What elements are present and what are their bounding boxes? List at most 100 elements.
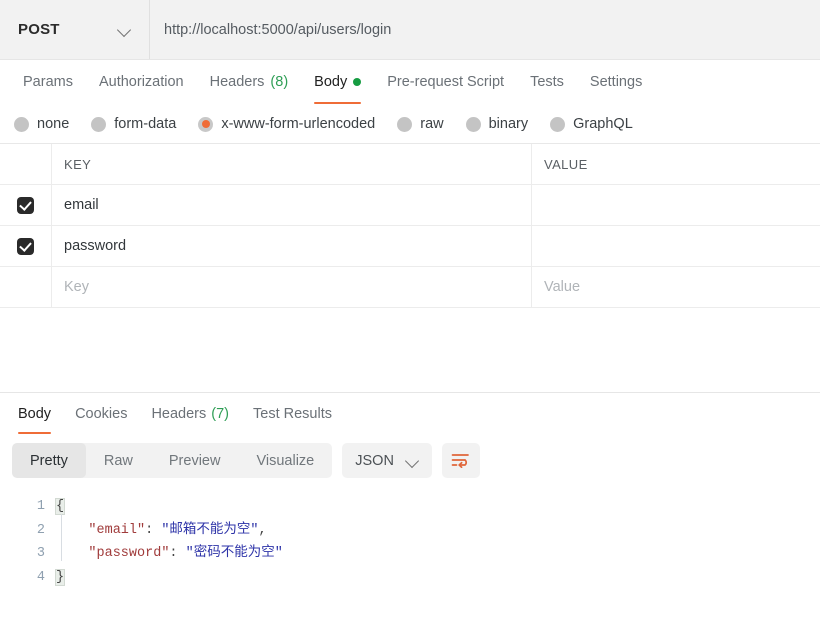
body-type-raw[interactable]: raw	[397, 116, 444, 132]
body-type-label: none	[37, 116, 70, 132]
header-key-cell: KEY	[52, 144, 532, 184]
row-key-cell[interactable]: email	[52, 185, 532, 225]
row-checkbox-cell[interactable]	[0, 226, 52, 266]
tab-headers[interactable]: Headers (8)	[197, 60, 302, 104]
code-line-3: "password": "密码不能为空"	[56, 542, 820, 566]
body-type-form-data[interactable]: form-data	[91, 116, 176, 132]
json-key: "password"	[88, 546, 170, 561]
response-view-mode-group: Pretty Raw Preview Visualize	[12, 443, 333, 478]
code-lines: { "email": "邮箱不能为空", "password": "密码不能为空…	[54, 495, 820, 590]
radio-selected-icon	[198, 116, 214, 132]
row-checkbox-cell[interactable]	[0, 185, 52, 225]
request-body-empty-space	[0, 308, 820, 392]
code-line-4: }	[54, 566, 820, 590]
line-number: 1	[36, 499, 45, 514]
code-line-2: "email": "邮箱不能为空",	[56, 519, 820, 543]
url-bar: POST http://localhost:5000/api/users/log…	[0, 0, 820, 60]
table-row: password	[0, 226, 820, 267]
json-colon: :	[145, 522, 162, 538]
response-tab-body[interactable]: Body	[6, 393, 63, 434]
chevron-down-icon	[118, 23, 131, 36]
radio-icon	[91, 116, 107, 132]
body-type-binary[interactable]: binary	[465, 116, 528, 132]
body-type-x-www-form-urlencoded[interactable]: x-www-form-urlencoded	[198, 116, 375, 132]
tab-settings[interactable]: Settings	[577, 60, 655, 104]
empty-row-checkbox-cell[interactable]	[0, 267, 52, 307]
row-key-text: email	[64, 197, 99, 213]
close-brace: }	[54, 568, 66, 586]
column-header-key: KEY	[64, 156, 92, 172]
radio-icon	[397, 116, 413, 132]
row-key-cell[interactable]: password	[52, 226, 532, 266]
tab-count-badge: (7)	[211, 405, 229, 422]
code-fold-guide	[61, 514, 62, 561]
line-number-gutter: 1 2 3 4	[0, 495, 56, 589]
line-number: 4	[36, 569, 45, 585]
body-type-radio-group: none form-data x-www-form-urlencoded raw…	[0, 104, 820, 143]
url-input[interactable]: http://localhost:5000/api/users/login	[150, 0, 820, 59]
word-wrap-icon	[452, 454, 470, 468]
chevron-down-icon	[406, 454, 419, 467]
checkbox-checked-icon[interactable]	[17, 237, 34, 255]
view-mode-label: Visualize	[256, 452, 315, 469]
row-value-cell[interactable]	[532, 226, 820, 266]
http-method-label: POST	[18, 21, 60, 38]
radio-icon	[550, 116, 566, 132]
empty-row-value-cell[interactable]: Value	[532, 267, 820, 307]
tab-label: Headers	[151, 405, 207, 422]
view-mode-pretty[interactable]: Pretty	[12, 443, 86, 478]
tab-label: Params	[23, 74, 73, 90]
word-wrap-button[interactable]	[441, 443, 480, 478]
checkbox-checked-icon[interactable]	[17, 196, 34, 214]
tab-label: Body	[18, 405, 52, 422]
body-type-label: GraphQL	[573, 116, 633, 132]
line-number: 2	[36, 522, 45, 538]
view-mode-label: Pretty	[30, 452, 68, 469]
tab-label: Tests	[530, 74, 564, 90]
tab-params[interactable]: Params	[10, 60, 86, 104]
row-value-cell[interactable]	[532, 185, 820, 225]
tab-label: Test Results	[253, 405, 332, 422]
json-comma: ,	[258, 522, 267, 538]
view-mode-label: Preview	[168, 452, 221, 469]
tab-tests[interactable]: Tests	[517, 60, 577, 104]
tab-body[interactable]: Body	[301, 60, 374, 104]
view-mode-raw[interactable]: Raw	[86, 443, 151, 478]
json-key: "email"	[88, 522, 146, 538]
body-type-label: form-data	[114, 116, 177, 132]
body-active-dot-icon	[353, 78, 362, 86]
body-params-table: KEY VALUE email password Key Value	[0, 143, 820, 308]
empty-row-key-cell[interactable]: Key	[52, 267, 532, 307]
body-type-none[interactable]: none	[14, 116, 69, 132]
request-tabs: Params Authorization Headers (8) Body Pr…	[0, 60, 820, 104]
response-body-code-viewer[interactable]: 1 2 3 4 { "email": "邮箱不能为空", "password":…	[0, 487, 820, 589]
tab-label: Pre-request Script	[387, 74, 505, 90]
tab-label: Headers	[209, 74, 265, 90]
body-type-label: raw	[420, 116, 444, 132]
json-value: "邮箱不能为空"	[161, 522, 259, 538]
tab-label: Body	[314, 74, 348, 90]
open-brace: {	[54, 498, 66, 515]
code-line-1: {	[54, 495, 820, 519]
view-mode-visualize[interactable]: Visualize	[238, 443, 332, 478]
tab-label: Authorization	[98, 74, 184, 90]
response-tab-test-results[interactable]: Test Results	[241, 393, 344, 434]
table-header-row: KEY VALUE	[0, 144, 820, 185]
response-tab-cookies[interactable]: Cookies	[63, 393, 139, 434]
value-placeholder: Value	[544, 279, 581, 295]
view-mode-preview[interactable]: Preview	[151, 443, 239, 478]
tab-pre-request-script[interactable]: Pre-request Script	[374, 60, 517, 104]
response-tab-headers[interactable]: Headers (7)	[139, 393, 241, 434]
json-value: "密码不能为空"	[185, 546, 283, 561]
postman-request-response-pane: POST http://localhost:5000/api/users/log…	[0, 0, 820, 635]
tab-label: Cookies	[75, 405, 128, 422]
table-empty-row: Key Value	[0, 267, 820, 308]
response-format-dropdown[interactable]: JSON	[342, 443, 432, 478]
http-method-dropdown[interactable]: POST	[0, 0, 150, 59]
body-type-graphql[interactable]: GraphQL	[550, 116, 633, 132]
json-colon: :	[169, 546, 186, 561]
tab-authorization[interactable]: Authorization	[86, 60, 197, 104]
response-format-label: JSON	[355, 452, 394, 469]
tab-count-badge: (8)	[270, 74, 289, 90]
url-text: http://localhost:5000/api/users/login	[164, 21, 392, 38]
